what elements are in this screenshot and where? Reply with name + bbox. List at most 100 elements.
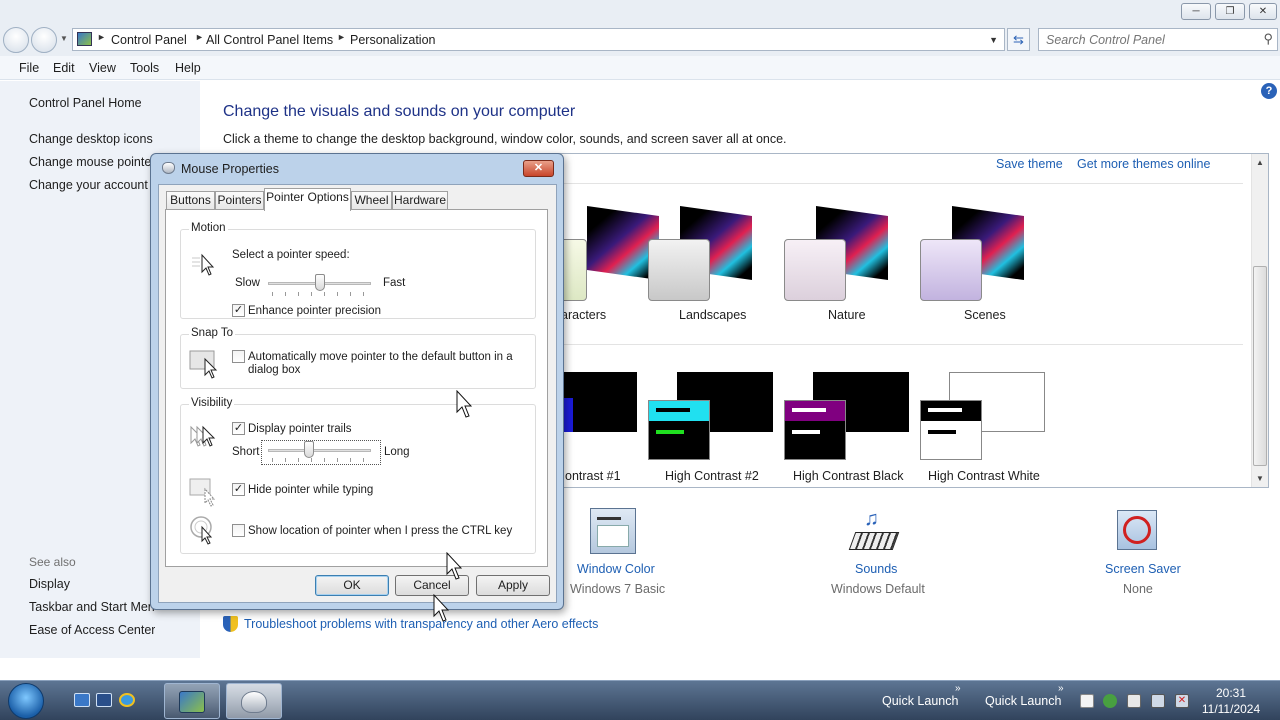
show-location-label[interactable]: Show location of pointer when I press th… <box>248 525 512 537</box>
show-location-checkbox[interactable] <box>232 524 245 537</box>
save-theme-link[interactable]: Save theme <box>996 157 1063 171</box>
theme-landscapes[interactable] <box>648 205 788 321</box>
snap-to-checkbox[interactable] <box>232 350 245 363</box>
quick-launch-chevron-icon[interactable]: » <box>1058 683 1064 694</box>
menu-file[interactable]: File <box>19 61 39 75</box>
mouse-properties-dialog: Mouse Properties ✕ Buttons Pointers Poin… <box>150 153 564 610</box>
troubleshoot-link[interactable]: Troubleshoot problems with transparency … <box>244 617 598 631</box>
theme-high-contrast-white[interactable] <box>920 372 1050 464</box>
start-button[interactable] <box>8 683 44 719</box>
dialog-close-button[interactable]: ✕ <box>523 160 554 177</box>
screen-saver-link[interactable]: Screen Saver <box>1105 562 1181 576</box>
search-icon[interactable]: ⚲ <box>1263 31 1273 47</box>
breadcrumb-all-items[interactable]: All Control Panel Items <box>206 33 333 47</box>
theme-nature[interactable] <box>784 205 924 321</box>
screen-saver-icon[interactable] <box>1113 508 1161 554</box>
scroll-up-icon[interactable]: ▲ <box>1256 158 1264 167</box>
back-button[interactable] <box>3 27 29 53</box>
address-dropdown-icon[interactable]: ▼ <box>989 35 998 45</box>
enhance-precision-label[interactable]: Enhance pointer precision <box>248 305 381 317</box>
help-icon[interactable]: ? <box>1261 83 1277 99</box>
nav-display[interactable]: Display <box>29 577 70 591</box>
apply-button[interactable]: Apply <box>476 575 550 596</box>
theme-label-high-contrast-white[interactable]: High Contrast White <box>928 469 1040 483</box>
taskbar-mouse-properties-button[interactable] <box>226 683 282 719</box>
sounds-link[interactable]: Sounds <box>855 562 897 576</box>
theme-high-contrast-black[interactable] <box>784 372 914 464</box>
pointer-trails-checkbox[interactable]: ✓ <box>232 422 245 435</box>
address-box[interactable]: ► Control Panel ► All Control Panel Item… <box>72 28 1005 51</box>
action-center-flag-icon[interactable] <box>1127 694 1141 708</box>
nav-control-panel-home[interactable]: Control Panel Home <box>29 96 142 110</box>
ok-button[interactable]: OK <box>315 575 389 596</box>
menu-tools[interactable]: Tools <box>130 61 159 75</box>
switch-windows-icon[interactable] <box>96 693 112 707</box>
theme-preview-text <box>928 408 962 412</box>
breadcrumb-separator-icon[interactable]: ► <box>195 32 204 42</box>
theme-label-high-contrast-2[interactable]: High Contrast #2 <box>665 469 759 483</box>
theme-high-contrast-1[interactable] <box>559 372 639 462</box>
quick-launch-toolbar-1[interactable]: Quick Launch <box>882 694 958 708</box>
tab-buttons[interactable]: Buttons <box>166 191 215 210</box>
tab-wheel[interactable]: Wheel <box>351 191 392 210</box>
nav-change-account-picture[interactable]: Change your account picture <box>29 178 154 192</box>
nav-taskbar-start-menu[interactable]: Taskbar and Start Menu <box>29 600 154 614</box>
breadcrumb-personalization[interactable]: Personalization <box>350 33 435 47</box>
internet-explorer-icon[interactable] <box>119 693 135 707</box>
get-more-themes-link[interactable]: Get more themes online <box>1077 157 1210 171</box>
window-color-icon[interactable] <box>590 508 636 554</box>
theme-label-nature[interactable]: Nature <box>828 308 866 322</box>
minimize-button[interactable]: ─ <box>1181 3 1211 20</box>
theme-preview-text <box>792 408 826 412</box>
quick-launch-chevron-icon[interactable]: » <box>955 683 961 694</box>
close-button[interactable]: ✕ <box>1249 3 1277 20</box>
theme-scenes[interactable] <box>920 205 1060 321</box>
hide-pointer-checkbox[interactable]: ✓ <box>232 483 245 496</box>
system-clock[interactable]: 20:31 11/11/2024 <box>1196 685 1266 717</box>
nav-ease-of-access[interactable]: Ease of Access Center <box>29 623 155 637</box>
tab-pointer-options[interactable]: Pointer Options <box>264 188 351 211</box>
hide-pointer-label[interactable]: Hide pointer while typing <box>248 484 373 496</box>
pointer-trails-label[interactable]: Display pointer trails <box>248 423 352 435</box>
window-color-link[interactable]: Window Color <box>577 562 655 576</box>
forward-button[interactable] <box>31 27 57 53</box>
breadcrumb-control-panel[interactable]: Control Panel <box>111 33 187 47</box>
pointer-speed-slider-thumb[interactable] <box>314 274 325 291</box>
enhance-precision-checkbox[interactable]: ✓ <box>232 304 245 317</box>
scrollbar-thumb[interactable] <box>1253 266 1267 466</box>
search-box[interactable]: ⚲ <box>1038 28 1278 51</box>
menu-help[interactable]: Help <box>175 61 201 75</box>
restore-button[interactable]: ❐ <box>1215 3 1245 20</box>
theme-label-high-contrast-1[interactable]: ontrast #1 <box>565 469 621 483</box>
theme-list-scrollbar[interactable]: ▲ ▼ <box>1251 154 1268 487</box>
snap-to-label[interactable]: Automatically move pointer to the defaul… <box>248 351 513 377</box>
sounds-icon[interactable]: ♫ <box>848 508 900 554</box>
tab-hardware[interactable]: Hardware <box>392 191 448 210</box>
notes-tray-icon[interactable] <box>1080 694 1094 708</box>
search-input[interactable] <box>1039 29 1249 50</box>
recent-pages-arrow-icon[interactable]: ▼ <box>60 34 68 43</box>
network-tray-icon[interactable] <box>1151 694 1165 708</box>
taskbar-control-panel-button[interactable] <box>164 683 220 719</box>
show-desktop-icon[interactable] <box>74 693 90 707</box>
visibility-group: Visibility ✓ Display pointer trails Shor… <box>180 397 536 554</box>
pointer-trails-slider-thumb[interactable] <box>304 441 315 458</box>
tab-pointers[interactable]: Pointers <box>215 191 264 210</box>
security-tray-icon[interactable] <box>1103 694 1117 708</box>
scroll-down-icon[interactable]: ▼ <box>1256 474 1264 483</box>
breadcrumb-separator-icon[interactable]: ► <box>97 32 106 42</box>
theme-label-high-contrast-black[interactable]: High Contrast Black <box>793 469 903 483</box>
volume-muted-icon[interactable]: ✕ <box>1175 694 1189 708</box>
theme-high-contrast-2[interactable] <box>648 372 778 464</box>
theme-label-characters[interactable]: aracters <box>561 308 606 322</box>
menu-view[interactable]: View <box>89 61 116 75</box>
nav-change-mouse-pointers[interactable]: Change mouse pointers <box>29 155 154 169</box>
menu-edit[interactable]: Edit <box>53 61 75 75</box>
nav-change-desktop-icons[interactable]: Change desktop icons <box>29 132 153 146</box>
theme-label-landscapes[interactable]: Landscapes <box>679 308 746 322</box>
theme-label-scenes[interactable]: Scenes <box>964 308 1006 322</box>
quick-launch-toolbar-2[interactable]: Quick Launch <box>985 694 1061 708</box>
breadcrumb-separator-icon[interactable]: ► <box>337 32 346 42</box>
refresh-button[interactable]: ⇆ <box>1007 28 1030 51</box>
pointer-trails-track[interactable] <box>268 449 371 452</box>
